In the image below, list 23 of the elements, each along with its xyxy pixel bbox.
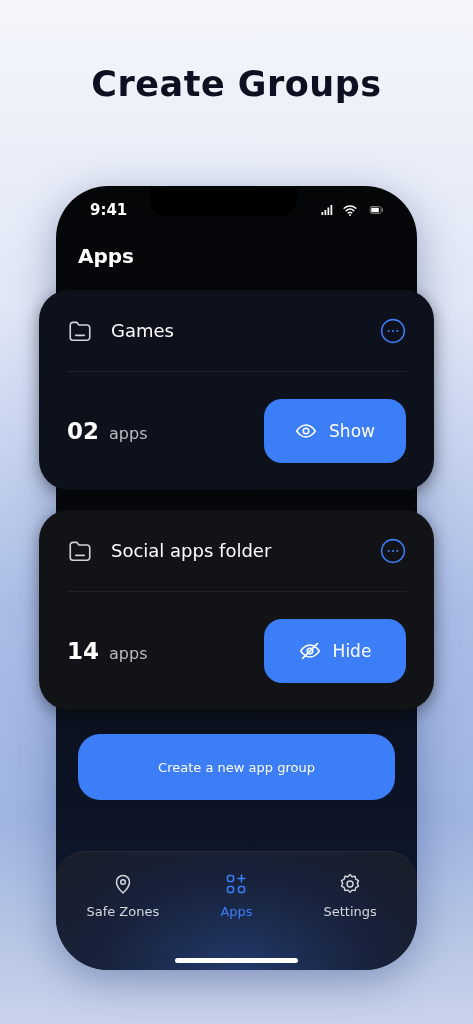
tab-label: Settings [323, 904, 377, 919]
more-icon[interactable] [380, 317, 406, 344]
eye-off-icon [298, 640, 321, 662]
group-name: Social apps folder [111, 540, 273, 561]
wifi-icon [342, 203, 358, 217]
screen-title: Apps [78, 244, 135, 270]
app-count: 14 [67, 638, 99, 664]
tab-item[interactable]: Apps [186, 872, 287, 919]
count-unit: apps [109, 644, 148, 663]
apps-grid-icon [224, 872, 249, 896]
tab-item[interactable]: Safe Zones [72, 872, 173, 919]
visibility-button[interactable]: Hide [264, 619, 406, 683]
tab-item[interactable]: Settings [300, 872, 401, 919]
status-time: 9:41 [90, 201, 128, 219]
visibility-button[interactable]: Show [264, 399, 406, 463]
create-group-button[interactable]: Create a new app group [78, 734, 395, 800]
headline: Create Groups [91, 64, 382, 104]
count-unit: apps [109, 424, 148, 443]
tab-label: Safe Zones [86, 904, 160, 919]
app-count: 02 [67, 418, 99, 444]
tab-label: Apps [220, 904, 253, 919]
group-name: Games [111, 320, 175, 341]
more-icon[interactable] [380, 537, 406, 564]
